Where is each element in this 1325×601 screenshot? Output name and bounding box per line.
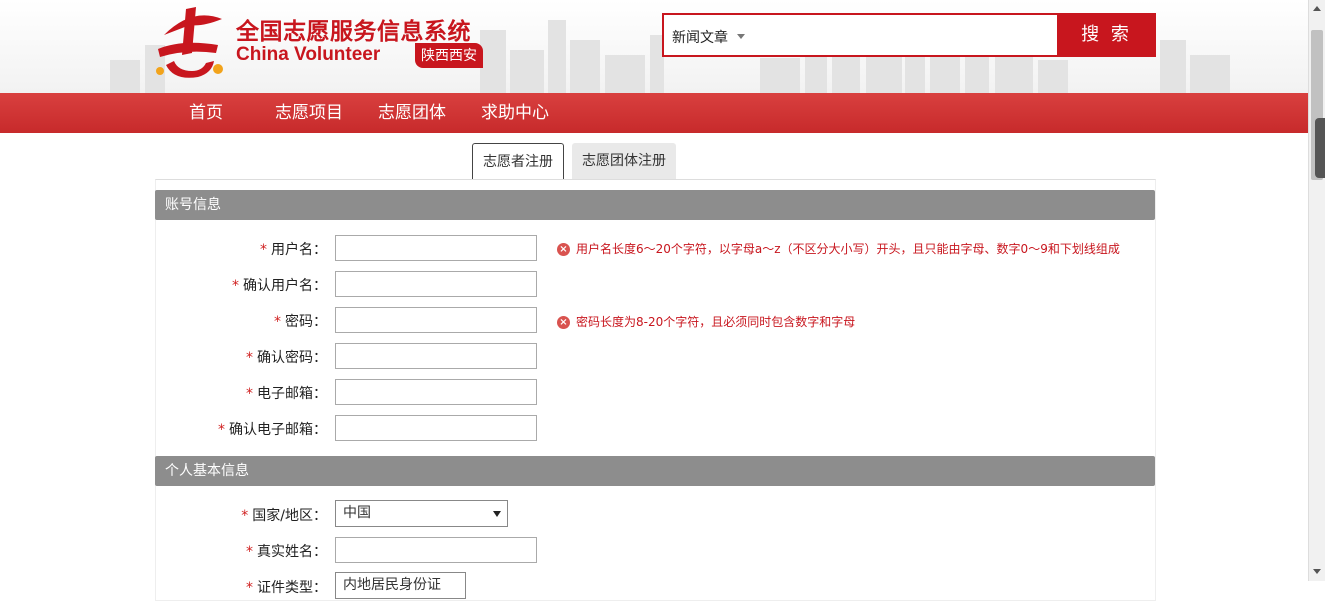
nav-item-help[interactable]: 求助中心 (481, 93, 549, 133)
password-label: * 密码： (274, 314, 327, 330)
site-title: 全国志愿服务信息系统 (236, 19, 471, 45)
country-select-value: 中国 (343, 505, 371, 521)
required-mark: * (218, 422, 225, 438)
x-circle-icon: × (557, 243, 570, 256)
search-type-select[interactable]: 新闻文章 (672, 27, 728, 47)
required-mark: * (246, 350, 253, 366)
real-name-input[interactable] (335, 537, 537, 563)
email-input[interactable] (335, 379, 537, 405)
nav-item-home[interactable]: 首页 (189, 93, 223, 133)
required-mark: * (274, 314, 281, 330)
username-input[interactable] (335, 235, 537, 261)
search-button[interactable]: 搜 索 (1057, 13, 1156, 57)
username-error: × 用户名长度6～20个字符，以字母a～z（不区分大小写）开头，且只能由字母、数字… (557, 240, 1120, 257)
search-input[interactable] (754, 17, 1054, 55)
id-type-select-value: 内地居民身份证 (343, 577, 441, 593)
dropdown-arrow-icon (493, 511, 501, 517)
required-mark: * (232, 278, 239, 294)
confirm-password-input[interactable] (335, 343, 537, 369)
required-mark: * (246, 544, 253, 560)
x-circle-icon: × (557, 316, 570, 329)
scroll-up-arrow-icon[interactable] (1313, 6, 1321, 11)
required-mark: * (260, 242, 267, 258)
page-scrollbar[interactable] (1308, 0, 1325, 581)
tab-volunteer-register[interactable]: 志愿者注册 (472, 143, 564, 179)
site-logo[interactable]: 全国志愿服务信息系统 China Volunteer 陕西西安 (152, 5, 483, 85)
real-name-label: * 真实姓名： (246, 544, 327, 560)
email-label: * 电子邮箱： (246, 386, 327, 402)
search-bar: 新闻文章 搜 索 (662, 13, 1156, 57)
tab-group-register[interactable]: 志愿团体注册 (572, 143, 676, 179)
confirm-username-input[interactable] (335, 271, 537, 297)
confirm-email-input[interactable] (335, 415, 537, 441)
required-mark: * (246, 386, 253, 402)
country-select[interactable]: 中国 (335, 500, 508, 527)
scroll-down-arrow-icon[interactable] (1313, 569, 1321, 574)
site-header: 全国志愿服务信息系统 China Volunteer 陕西西安 新闻文章 搜 索 (0, 0, 1308, 93)
required-mark: * (246, 580, 253, 596)
side-float-widget[interactable] (1315, 118, 1325, 178)
required-mark: * (241, 508, 249, 524)
password-input[interactable] (335, 307, 537, 333)
country-label: * 国家/地区： (241, 508, 327, 524)
chevron-down-icon[interactable] (737, 34, 745, 39)
id-type-label: * 证件类型： (246, 580, 327, 596)
confirm-username-label: * 确认用户名： (232, 278, 327, 294)
confirm-email-label: * 确认电子邮箱： (218, 422, 327, 438)
section-account-title: 账号信息 (155, 190, 1155, 220)
site-subtitle: China Volunteer (236, 44, 381, 65)
section-personal-title: 个人基本信息 (155, 456, 1155, 486)
main-nav: 首页 志愿项目 志愿团体 求助中心 (0, 93, 1308, 133)
username-label: * 用户名： (260, 242, 327, 258)
nav-item-groups[interactable]: 志愿团体 (378, 93, 446, 133)
password-error: × 密码长度为8-20个字符，且必须同时包含数字和字母 (557, 313, 855, 330)
nav-item-projects[interactable]: 志愿项目 (275, 93, 343, 133)
volunteer-logo-icon (156, 7, 223, 78)
id-type-select[interactable]: 内地居民身份证 (335, 572, 466, 599)
confirm-password-label: * 确认密码： (246, 350, 327, 366)
region-badge: 陕西西安 (415, 43, 483, 68)
